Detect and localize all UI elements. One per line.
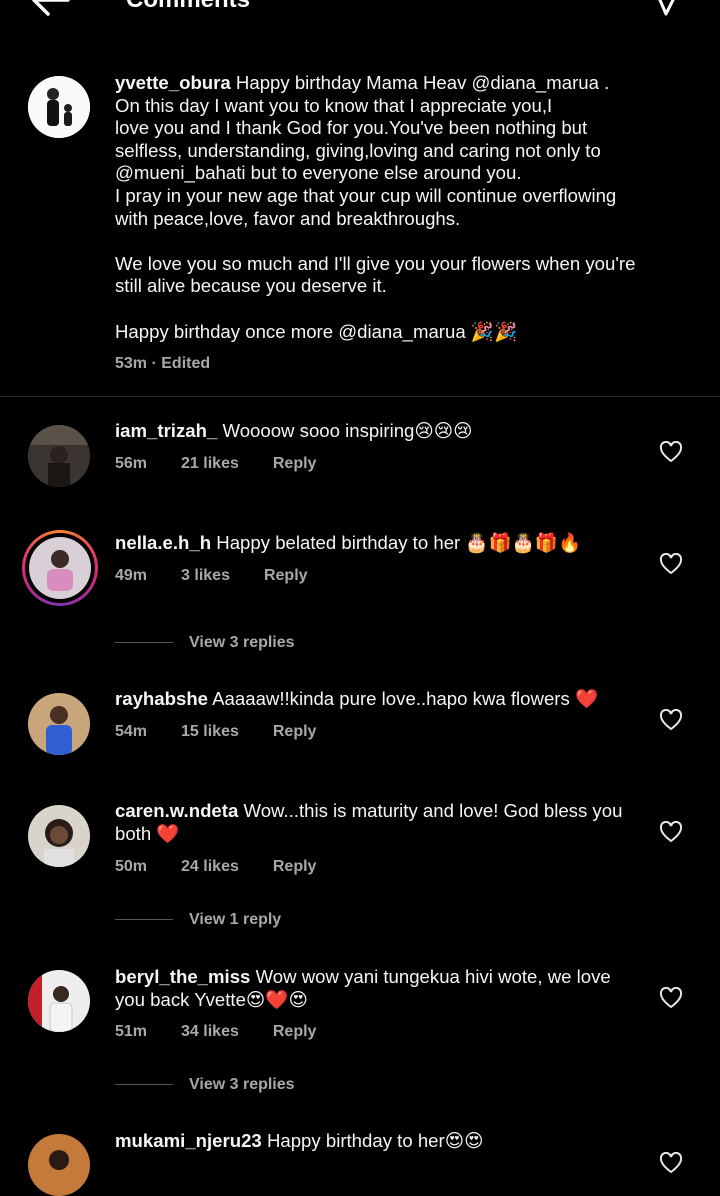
- caption-time: 53m · Edited: [115, 355, 211, 372]
- caption-line: We love you so much and I'll give you yo…: [115, 252, 636, 274]
- comment-body: Aaaaaw!!kinda pure love..hapo kwa flower…: [212, 688, 599, 709]
- replies-divider: [115, 919, 173, 920]
- comment-username[interactable]: caren.w.ndeta: [115, 800, 238, 821]
- replies-divider: [115, 1084, 173, 1085]
- avatar[interactable]: [28, 1134, 90, 1196]
- back-arrow-icon[interactable]: [28, 0, 72, 20]
- reply-button[interactable]: Reply: [273, 723, 317, 740]
- comment-username[interactable]: beryl_the_miss: [115, 966, 250, 987]
- reply-button[interactable]: Reply: [273, 858, 317, 875]
- comment-text: mukami_njeru23 Happy birthday to her😍😍: [115, 1130, 675, 1153]
- story-ring-avatar[interactable]: [22, 530, 98, 606]
- comment-meta: 49m 3 likes Reply: [115, 567, 342, 585]
- heart-icon[interactable]: [659, 987, 683, 1009]
- caption-line: love you and I thank God for you.You've …: [115, 117, 588, 139]
- comment-likes[interactable]: 24 likes: [181, 858, 239, 875]
- caption-text: yvette_obura Happy birthday Mama Heav @d…: [115, 72, 675, 343]
- caption-line: I pray in your new age that your cup wil…: [115, 184, 617, 206]
- comment-username[interactable]: rayhabshe: [115, 688, 208, 709]
- comment-body: Happy birthday to her😍😍: [266, 1130, 484, 1151]
- comment-time: 54m: [115, 723, 148, 740]
- comment-body: both ❤️: [115, 822, 180, 844]
- avatar[interactable]: [28, 425, 90, 487]
- replies-divider: [115, 642, 173, 643]
- view-replies-button[interactable]: View 3 replies: [189, 634, 295, 652]
- comment-body: you back Yvette😍❤️😍: [115, 988, 308, 1010]
- view-replies-button[interactable]: View 3 replies: [189, 1076, 295, 1094]
- comment-time: 51m: [115, 1023, 148, 1040]
- comment-meta: 51m 34 likes Reply: [115, 1023, 350, 1041]
- comment-meta: 54m 15 likes Reply: [115, 723, 350, 741]
- comment-likes[interactable]: 3 likes: [181, 567, 230, 584]
- caption-line: @mueni_bahati but to everyone else aroun…: [115, 162, 522, 184]
- comment-body: Wow...this is maturity and love! God ble…: [243, 800, 623, 821]
- caption-line: Happy birthday Mama Heav @diana_marua .: [235, 72, 610, 93]
- comment-text: rayhabshe Aaaaaw!!kinda pure love..hapo …: [115, 688, 675, 711]
- view-replies-button[interactable]: View 1 reply: [189, 911, 281, 929]
- caption-line: still alive because you deserve it.: [115, 275, 387, 297]
- comment-body: Woooow sooo inspiring😢😢😢: [222, 420, 473, 441]
- avatar[interactable]: [28, 805, 90, 867]
- heart-icon[interactable]: [659, 821, 683, 843]
- heart-icon[interactable]: [659, 553, 683, 575]
- caption-avatar[interactable]: [28, 76, 90, 138]
- heart-icon[interactable]: [659, 1152, 683, 1174]
- avatar[interactable]: [28, 970, 90, 1032]
- caption-line: selfless, understanding, giving,loving a…: [115, 139, 601, 161]
- comment-text: iam_trizah_ Woooow sooo inspiring😢😢😢: [115, 420, 675, 443]
- reply-button[interactable]: Reply: [264, 567, 308, 584]
- avatar[interactable]: [28, 693, 90, 755]
- page-title: Comments: [126, 0, 250, 14]
- caption-line: Happy birthday once more @diana_marua 🎉🎉: [115, 320, 518, 342]
- comment-text: beryl_the_miss Wow wow yani tungekua hiv…: [115, 966, 675, 1011]
- comment-likes[interactable]: 21 likes: [181, 455, 239, 472]
- heart-icon[interactable]: [659, 441, 683, 463]
- divider: [0, 396, 720, 397]
- comment-time: 56m: [115, 455, 148, 472]
- comment-time: 49m: [115, 567, 148, 584]
- comment-time: 50m: [115, 858, 148, 875]
- comment-username[interactable]: mukami_njeru23: [115, 1130, 262, 1151]
- header: Comments: [0, 0, 720, 22]
- comment-body: Happy belated birthday to her 🎂🎁🎂🎁🔥: [216, 532, 582, 553]
- comment-meta: 56m 21 likes Reply: [115, 455, 350, 473]
- comment-username[interactable]: nella.e.h_h: [115, 532, 211, 553]
- reply-button[interactable]: Reply: [273, 1023, 317, 1040]
- caption-username[interactable]: yvette_obura: [115, 72, 231, 93]
- comment-body: Wow wow yani tungekua hivi wote, we love: [255, 966, 611, 987]
- comment-likes[interactable]: 15 likes: [181, 723, 239, 740]
- send-icon[interactable]: [650, 0, 684, 16]
- heart-icon[interactable]: [659, 709, 683, 731]
- comment-text: nella.e.h_h Happy belated birthday to he…: [115, 532, 675, 555]
- comment-text: caren.w.ndeta Wow...this is maturity and…: [115, 800, 675, 845]
- comment-username[interactable]: iam_trizah_: [115, 420, 217, 441]
- comment-likes[interactable]: 34 likes: [181, 1023, 239, 1040]
- comment-meta: 50m 24 likes Reply: [115, 858, 350, 876]
- caption-line: with peace,love, favor and breakthroughs…: [115, 207, 461, 229]
- reply-button[interactable]: Reply: [273, 455, 317, 472]
- caption-line: On this day I want you to know that I ap…: [115, 94, 553, 116]
